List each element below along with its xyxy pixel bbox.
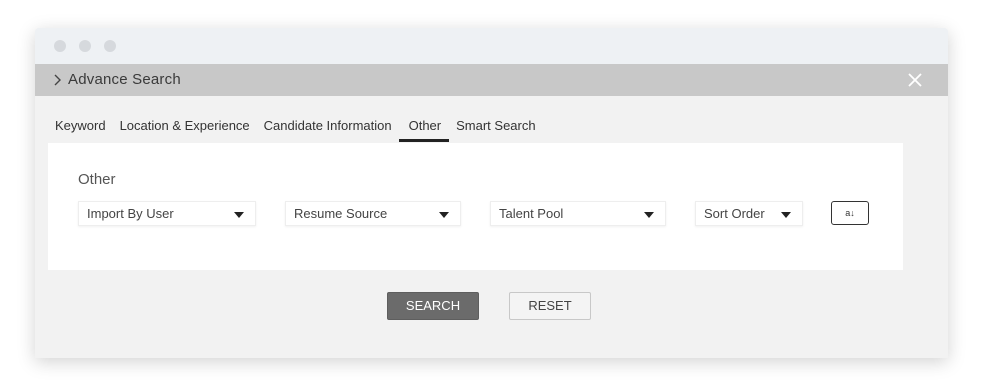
- tab-location-experience[interactable]: Location & Experience: [113, 114, 257, 142]
- caret-down-icon: [644, 212, 654, 218]
- header-bar: Advance Search: [35, 64, 948, 96]
- filter-panel: Other Import By User Resume Source Talen…: [48, 143, 903, 270]
- reset-button[interactable]: RESET: [509, 292, 591, 320]
- tab-candidate-information[interactable]: Candidate Information: [257, 114, 399, 142]
- dropdown-label: Talent Pool: [499, 206, 564, 221]
- caret-down-icon: [781, 212, 791, 218]
- dropdown-label: Sort Order: [704, 206, 765, 221]
- chevron-right-icon[interactable]: [52, 72, 64, 88]
- close-icon[interactable]: [906, 71, 924, 89]
- sort-ascending-icon: a↓: [845, 208, 855, 218]
- sort-order-dropdown[interactable]: Sort Order: [695, 201, 803, 226]
- dropdown-label: Import By User: [87, 206, 174, 221]
- talent-pool-dropdown[interactable]: Talent Pool: [490, 201, 666, 226]
- window-dot-icon: [54, 40, 66, 52]
- tab-smart-search[interactable]: Smart Search: [449, 114, 542, 142]
- sort-direction-button[interactable]: a↓: [831, 201, 869, 225]
- panel-title: Other: [78, 171, 116, 188]
- resume-source-dropdown[interactable]: Resume Source: [285, 201, 461, 226]
- search-button[interactable]: SEARCH: [387, 292, 479, 320]
- window-dot-icon: [104, 40, 116, 52]
- tab-other[interactable]: Other: [398, 114, 450, 142]
- tab-keyword[interactable]: Keyword: [48, 114, 113, 142]
- tab-bar: Keyword Location & Experience Candidate …: [48, 114, 543, 142]
- page-title: Advance Search: [68, 71, 181, 88]
- window-titlebar: [35, 28, 948, 64]
- caret-down-icon: [234, 212, 244, 218]
- import-by-user-dropdown[interactable]: Import By User: [78, 201, 256, 226]
- advance-search-window: Advance Search Keyword Location & Experi…: [35, 28, 948, 358]
- dropdown-label: Resume Source: [294, 206, 388, 221]
- caret-down-icon: [439, 212, 449, 218]
- window-dot-icon: [79, 40, 91, 52]
